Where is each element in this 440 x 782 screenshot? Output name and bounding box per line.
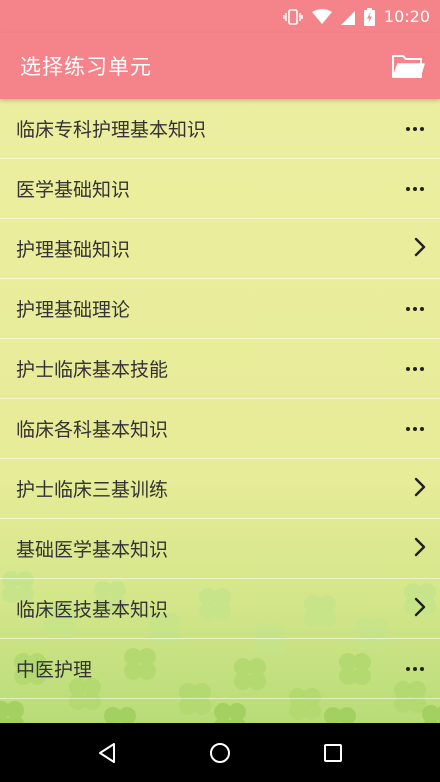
wifi-icon	[311, 8, 332, 25]
folder-icon	[392, 55, 425, 78]
unit-label: 护士临床三基训练	[16, 479, 169, 501]
back-button[interactable]	[85, 731, 129, 775]
unit-label: 医学基础知识	[16, 179, 131, 201]
unit-label: 中医护理	[16, 659, 93, 681]
unit-list-area[interactable]: 临床专科护理基本知识 医学基础知识 护理基础知识 护理基础理论护士临床基本技能 临床各科…	[0, 99, 440, 723]
unit-label: 临床医技基本知识	[16, 599, 169, 621]
folder-button[interactable]	[388, 46, 428, 86]
chevron-right-icon[interactable]	[414, 597, 426, 621]
unit-label: 基础医学基本知识	[16, 539, 169, 561]
battery-charging-icon	[363, 7, 375, 26]
more-icon[interactable]	[406, 126, 426, 131]
navigation-bar	[0, 723, 440, 782]
unit-list-item[interactable]: 护士临床基本技能	[0, 339, 440, 399]
status-bar: 10:20	[0, 0, 440, 33]
home-icon	[209, 742, 230, 763]
unit-list-item[interactable]: 基础医学基本知识	[0, 519, 440, 579]
page-title: 选择练习单元	[20, 55, 152, 79]
unit-list-item[interactable]: 护理基础知识	[0, 219, 440, 279]
unit-label: 护理基础知识	[16, 239, 131, 261]
unit-label: 临床各科基本知识	[16, 419, 169, 441]
unit-label: 护士临床基本技能	[16, 359, 169, 381]
more-icon[interactable]	[406, 366, 426, 371]
more-icon[interactable]	[406, 666, 426, 671]
unit-label: 临床专科护理基本知识	[16, 119, 207, 141]
unit-label: 护理基础理论	[16, 299, 131, 321]
unit-list-item[interactable]: 医学基础知识	[0, 159, 440, 219]
chevron-right-icon[interactable]	[414, 477, 426, 501]
recent-apps-icon	[324, 743, 343, 762]
vibrate-icon	[283, 8, 303, 25]
unit-list: 临床专科护理基本知识 医学基础知识 护理基础知识 护理基础理论护士临床基本技能 临床各科…	[0, 99, 440, 699]
more-icon[interactable]	[406, 426, 426, 431]
unit-list-item[interactable]: 护理基础理论	[0, 279, 440, 339]
home-button[interactable]	[198, 731, 242, 775]
recent-apps-button[interactable]	[311, 731, 355, 775]
back-icon	[98, 742, 115, 763]
chevron-right-icon[interactable]	[414, 537, 426, 561]
signal-icon	[340, 9, 355, 25]
unit-list-item[interactable]: 临床医技基本知识	[0, 579, 440, 639]
unit-list-item[interactable]: 临床专科护理基本知识	[0, 99, 440, 159]
unit-list-item[interactable]: 中医护理	[0, 639, 440, 699]
unit-list-item[interactable]: 临床各科基本知识	[0, 399, 440, 459]
more-icon[interactable]	[406, 306, 426, 311]
status-time: 10:20	[383, 7, 430, 26]
app-bar: 选择练习单元	[0, 33, 440, 99]
more-icon[interactable]	[406, 186, 426, 191]
unit-list-item[interactable]: 护士临床三基训练	[0, 459, 440, 519]
chevron-right-icon[interactable]	[414, 237, 426, 261]
